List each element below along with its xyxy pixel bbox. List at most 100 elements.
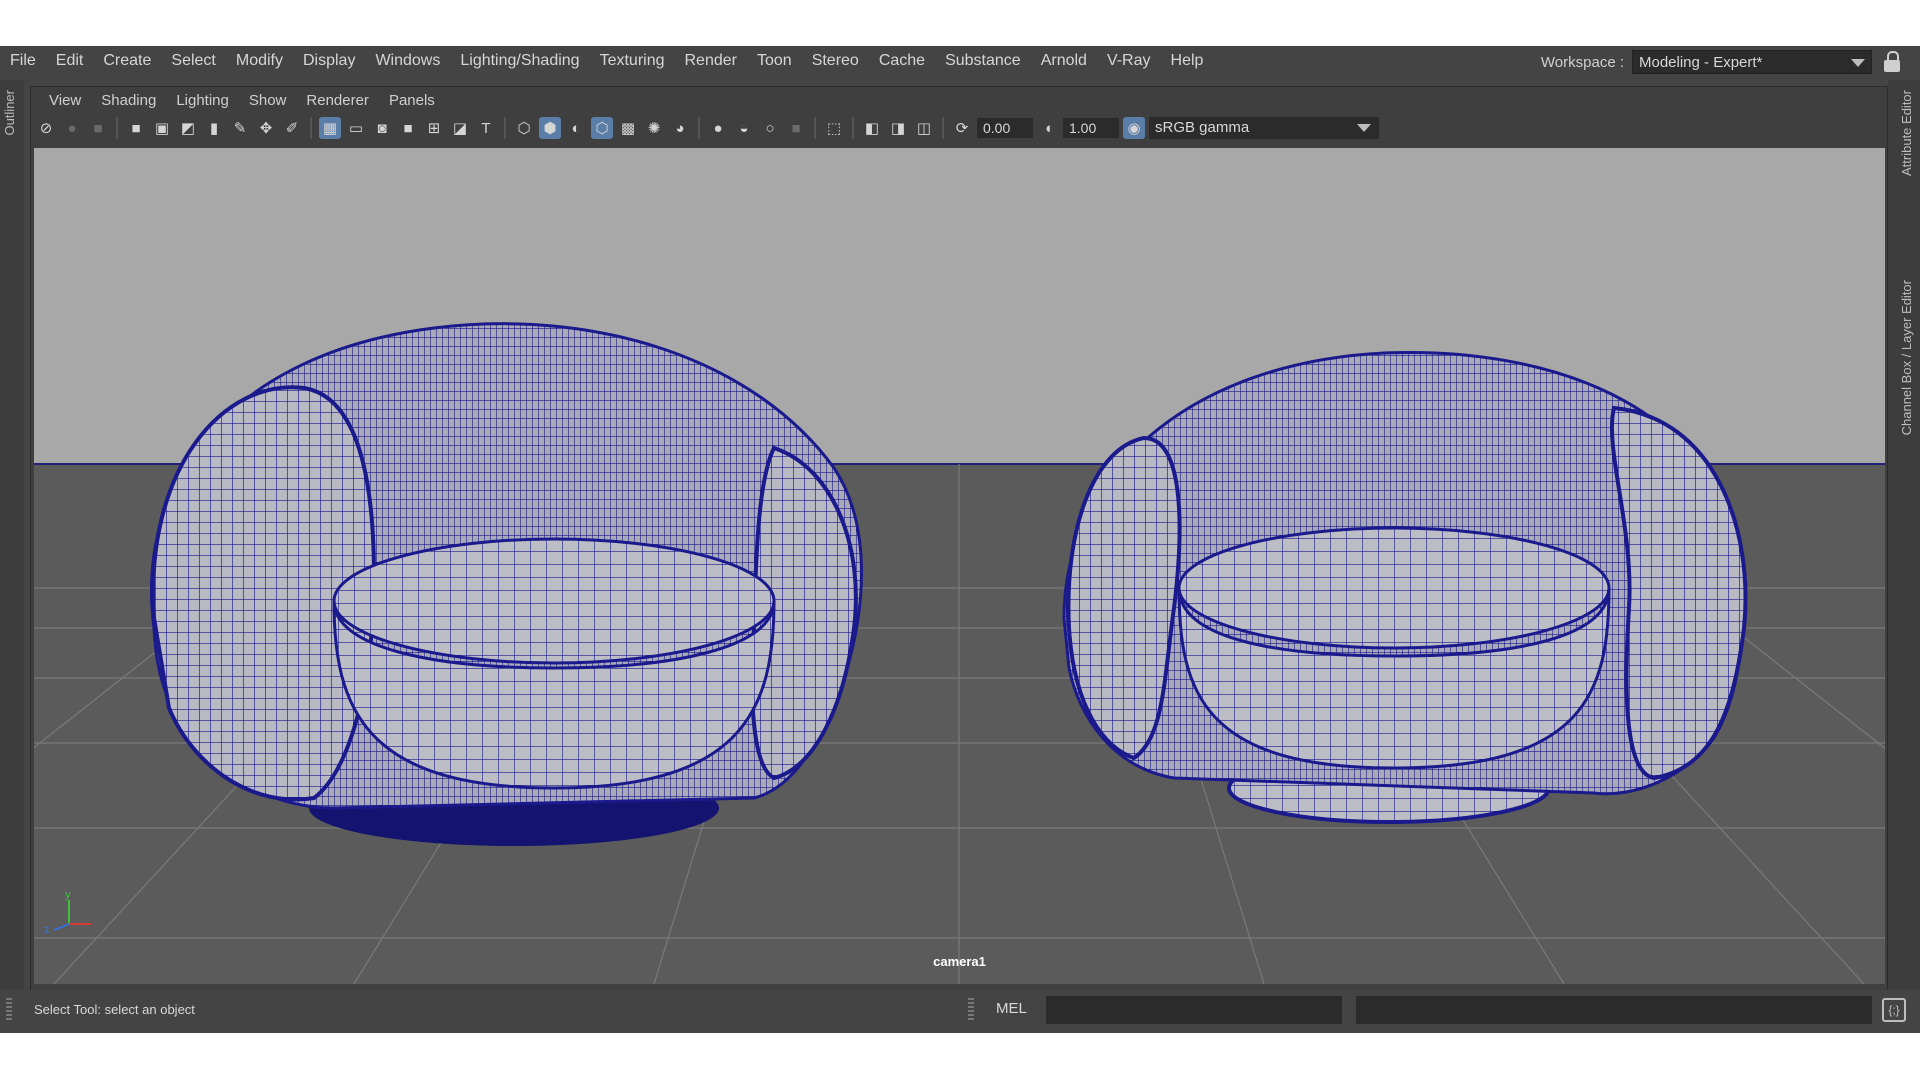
toolbar-divider xyxy=(504,117,506,139)
image-plane-icon[interactable]: ▣ xyxy=(151,117,173,139)
armchair-right-seat-top xyxy=(1177,526,1611,650)
command-language-button[interactable]: MEL xyxy=(996,1000,1027,1017)
toolbar-divider xyxy=(698,117,700,139)
command-line-input[interactable] xyxy=(1046,996,1342,1024)
workspace-selector: Workspace : Modeling - Expert* xyxy=(1541,50,1900,74)
menu-display[interactable]: Display xyxy=(293,46,365,76)
menu-cache[interactable]: Cache xyxy=(869,46,935,76)
maya-window: File Edit Create Select Modify Display W… xyxy=(0,46,1920,1033)
isolate-select-icon[interactable]: ⬚ xyxy=(823,117,845,139)
grid-icon[interactable]: ▦ xyxy=(319,117,341,139)
axis-y-label: y xyxy=(65,889,71,901)
grease-pencil-icon[interactable]: ✎ xyxy=(229,117,251,139)
xray-icon[interactable]: ◧ xyxy=(861,117,883,139)
film-gate-icon[interactable]: ▭ xyxy=(345,117,367,139)
outliner-tab[interactable]: Outliner xyxy=(2,90,17,136)
camera-attributes-icon[interactable]: ■ xyxy=(87,117,109,139)
drag-handle[interactable] xyxy=(968,998,974,1022)
bookmark-icon[interactable]: ▮ xyxy=(203,117,225,139)
panel-toolbar: ⊘ ● ■ ■ ▣ ◩ ▮ ✎ ✥ ✐ ▦ ▭ ◙ ■ ⊞ ◪ T ⬡ ⬢ ◐ … xyxy=(31,113,1887,143)
lock-camera-icon[interactable]: ● xyxy=(61,117,83,139)
workspace-dropdown[interactable]: Modeling - Expert* xyxy=(1632,50,1872,74)
drag-handle[interactable] xyxy=(6,998,12,1022)
menu-substance[interactable]: Substance xyxy=(935,46,1031,76)
3d-viewport[interactable]: y z camera1 xyxy=(34,148,1885,984)
armchair-left-seat-top xyxy=(332,537,776,665)
exposure-icon[interactable]: ⟳ xyxy=(951,117,973,139)
menu-create[interactable]: Create xyxy=(93,46,161,76)
menu-help[interactable]: Help xyxy=(1161,46,1214,76)
toolbar-divider xyxy=(116,117,118,139)
paint-icon[interactable]: ✐ xyxy=(281,117,303,139)
toolbar-divider xyxy=(310,117,312,139)
menu-modify[interactable]: Modify xyxy=(226,46,293,76)
right-dock: Attribute Editor Channel Box / Layer Edi… xyxy=(1888,80,1920,1028)
left-dock: Outliner xyxy=(0,80,24,1028)
gamma-field[interactable]: 1.00 xyxy=(1063,118,1119,138)
select-camera-icon[interactable]: ⊘ xyxy=(35,117,57,139)
resolution-gate-icon[interactable]: ◙ xyxy=(371,117,393,139)
toolbar-divider xyxy=(942,117,944,139)
menu-select[interactable]: Select xyxy=(161,46,225,76)
smooth-shade-icon[interactable]: ⬢ xyxy=(539,117,561,139)
menu-vray[interactable]: V-Ray xyxy=(1097,46,1161,76)
view-transform-value: sRGB gamma xyxy=(1155,119,1250,136)
motion-blur-icon[interactable]: ◒ xyxy=(733,117,755,139)
toolbar-divider xyxy=(852,117,854,139)
panel-menu-view[interactable]: View xyxy=(39,92,91,109)
move-tool-icon[interactable]: ✥ xyxy=(255,117,277,139)
command-result-field xyxy=(1356,996,1872,1024)
default-lighting-icon[interactable]: ◐ xyxy=(565,117,587,139)
ambient-occlusion-icon[interactable]: ● xyxy=(707,117,729,139)
wireframe-icon[interactable]: ⬡ xyxy=(513,117,535,139)
panel-menu-show[interactable]: Show xyxy=(239,92,297,109)
field-chart-icon[interactable]: ⊞ xyxy=(423,117,445,139)
gate-mask-icon[interactable]: ■ xyxy=(397,117,419,139)
help-line-text: Select Tool: select an object xyxy=(34,1002,195,1017)
exposure-field[interactable]: 0.00 xyxy=(977,118,1033,138)
lock-icon[interactable] xyxy=(1884,51,1900,73)
menu-arnold[interactable]: Arnold xyxy=(1031,46,1097,76)
chevron-down-icon xyxy=(1357,124,1371,132)
view-transform-dropdown[interactable]: sRGB gamma xyxy=(1149,117,1379,139)
menu-windows[interactable]: Windows xyxy=(365,46,450,76)
color-management-icon[interactable]: ◉ xyxy=(1123,117,1145,139)
menu-render[interactable]: Render xyxy=(675,46,747,76)
armchair-left xyxy=(149,322,863,846)
camera-icon[interactable]: ■ xyxy=(125,117,147,139)
main-menu-bar: File Edit Create Select Modify Display W… xyxy=(0,46,1920,76)
panel-menu-shading[interactable]: Shading xyxy=(91,92,166,109)
menu-texturing[interactable]: Texturing xyxy=(590,46,675,76)
panel-menu-lighting[interactable]: Lighting xyxy=(166,92,239,109)
viewport-scene: y z xyxy=(34,148,1885,984)
panel-menu-renderer[interactable]: Renderer xyxy=(296,92,379,109)
chevron-down-icon xyxy=(1851,59,1865,67)
help-line-bar: Select Tool: select an object MEL {;} xyxy=(0,990,1920,1030)
toolbar-divider xyxy=(814,117,816,139)
xray-joints-icon[interactable]: ◨ xyxy=(887,117,909,139)
script-editor-icon[interactable]: {;} xyxy=(1882,998,1906,1022)
two-d-pan-zoom-icon[interactable]: ◩ xyxy=(177,117,199,139)
channel-box-tab[interactable]: Channel Box / Layer Editor xyxy=(1899,280,1914,435)
use-all-lights-icon[interactable]: ✺ xyxy=(643,117,665,139)
anti-aliasing-icon[interactable]: ○ xyxy=(759,117,781,139)
menu-toon[interactable]: Toon xyxy=(747,46,802,76)
armchair-right xyxy=(1062,350,1748,824)
shadows-icon[interactable]: ◕ xyxy=(669,117,691,139)
gamma-icon[interactable]: ◖ xyxy=(1037,117,1059,139)
axis-z-label: z xyxy=(44,924,50,936)
depth-of-field-icon[interactable]: ■ xyxy=(785,117,807,139)
menu-edit[interactable]: Edit xyxy=(46,46,94,76)
textured-icon[interactable]: ▩ xyxy=(617,117,639,139)
safe-title-icon[interactable]: T xyxy=(475,117,497,139)
menu-stereo[interactable]: Stereo xyxy=(802,46,869,76)
menu-lighting-shading[interactable]: Lighting/Shading xyxy=(450,46,589,76)
panel-menu-bar: View Shading Lighting Show Renderer Pane… xyxy=(31,87,1887,113)
wireframe-on-shaded-icon[interactable]: ⬡ xyxy=(591,117,613,139)
menu-file[interactable]: File xyxy=(0,46,46,76)
safe-action-icon[interactable]: ◪ xyxy=(449,117,471,139)
attribute-editor-tab[interactable]: Attribute Editor xyxy=(1899,90,1914,176)
viewport-panel: View Shading Lighting Show Renderer Pane… xyxy=(30,86,1888,1028)
xray-components-icon[interactable]: ◫ xyxy=(913,117,935,139)
panel-menu-panels[interactable]: Panels xyxy=(379,92,445,109)
